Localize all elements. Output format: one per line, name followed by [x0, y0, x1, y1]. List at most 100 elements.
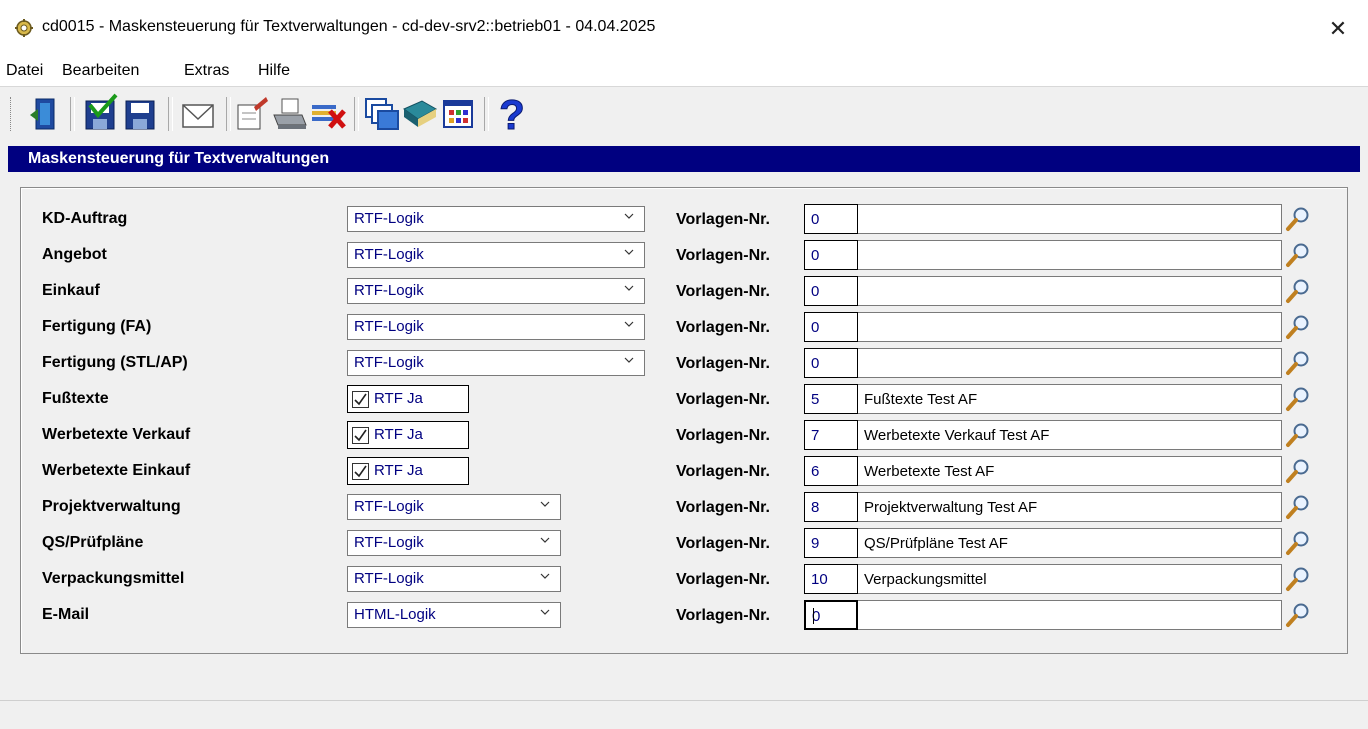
rtf-checkbox[interactable]: RTF Ja [347, 421, 469, 449]
rtf-checkbox[interactable]: RTF Ja [347, 457, 469, 485]
search-icon[interactable] [1284, 421, 1312, 449]
logic-select[interactable]: RTF-Logik [347, 206, 645, 232]
vorlagen-description-field[interactable] [858, 348, 1282, 378]
logic-select[interactable]: RTF-Logik [347, 350, 645, 376]
vorlagen-description-field[interactable]: Werbetexte Test AF [858, 456, 1282, 486]
checkbox-label: RTF Ja [374, 390, 423, 407]
close-button[interactable]: ✕ [1308, 6, 1368, 52]
vorlagen-description-field[interactable]: Projektverwaltung Test AF [858, 492, 1282, 522]
checkbox-check-icon [352, 391, 369, 408]
vorlagen-description: Werbetexte Verkauf Test AF [864, 427, 1050, 444]
logic-select[interactable]: RTF-Logik [347, 530, 561, 556]
vorlagen-number-value: 0 [811, 319, 820, 336]
vorlagen-description-field[interactable]: Fußtexte Test AF [858, 384, 1282, 414]
logic-select[interactable]: RTF-Logik [347, 242, 645, 268]
search-icon[interactable] [1284, 241, 1312, 269]
vorlagen-label: Vorlagen-Nr. [676, 211, 770, 228]
windows-icon[interactable] [364, 93, 400, 133]
vorlagen-number-value: 0 [811, 247, 820, 264]
select-value: RTF-Logik [354, 246, 424, 263]
vorlagen-description-field[interactable] [858, 204, 1282, 234]
search-icon[interactable] [1284, 349, 1312, 377]
print-icon[interactable] [272, 93, 308, 133]
vorlagen-number-input[interactable]: 9 [804, 528, 858, 558]
vorlagen-description: Verpackungsmittel [864, 571, 987, 588]
vorlagen-label: Vorlagen-Nr. [676, 463, 770, 480]
vorlagen-number-input[interactable]: 5 [804, 384, 858, 414]
book-icon[interactable] [402, 93, 438, 133]
vorlagen-description-field[interactable]: Werbetexte Verkauf Test AF [858, 420, 1282, 450]
row-label: Verpackungsmittel [42, 570, 185, 587]
logic-select[interactable]: HTML-Logik [347, 602, 561, 628]
vorlagen-label: Vorlagen-Nr. [676, 427, 770, 444]
checkbox-check-icon [352, 463, 369, 480]
grid-icon[interactable] [440, 93, 476, 133]
vorlagen-number-input[interactable]: 0 [804, 204, 858, 234]
search-icon[interactable] [1284, 493, 1312, 521]
vorlagen-number-value: 0 [811, 283, 820, 300]
vorlagen-number-value: 9 [811, 535, 820, 552]
checkbox-label: RTF Ja [374, 462, 423, 479]
menu-bar: Datei Bearbeiten Extras Hilfe [0, 58, 1368, 86]
vorlagen-description-field[interactable] [858, 240, 1282, 270]
section-header: Maskensteuerung für Textverwaltungen [8, 146, 1360, 172]
search-icon[interactable] [1284, 565, 1312, 593]
logic-select[interactable]: RTF-Logik [347, 278, 645, 304]
vorlagen-number-input[interactable]: 8 [804, 492, 858, 522]
mail-icon[interactable] [180, 93, 216, 133]
search-icon[interactable] [1284, 277, 1312, 305]
delete-icon[interactable] [310, 93, 346, 133]
search-icon[interactable] [1284, 385, 1312, 413]
vorlagen-number-input[interactable]: 0 [804, 600, 858, 630]
vorlagen-number-value: 8 [811, 499, 820, 516]
menu-datei[interactable]: Datei [6, 62, 43, 80]
logic-select[interactable]: RTF-Logik [347, 314, 645, 340]
row-label: Fertigung (STL/AP) [42, 354, 188, 371]
logic-select[interactable]: RTF-Logik [347, 566, 561, 592]
help-icon[interactable]: ? [494, 93, 530, 133]
chevron-down-icon [624, 213, 634, 219]
row-label: Angebot [42, 246, 107, 263]
vorlagen-description-field[interactable] [858, 276, 1282, 306]
vorlagen-description: Werbetexte Test AF [864, 463, 995, 480]
chevron-down-icon [540, 573, 550, 579]
rtf-checkbox[interactable]: RTF Ja [347, 385, 469, 413]
chevron-down-icon [624, 357, 634, 363]
vorlagen-description-field[interactable] [858, 600, 1282, 630]
vorlagen-description-field[interactable] [858, 312, 1282, 342]
select-value: RTF-Logik [354, 570, 424, 587]
vorlagen-number-input[interactable]: 0 [804, 276, 858, 306]
search-icon[interactable] [1284, 529, 1312, 557]
menu-hilfe[interactable]: Hilfe [258, 62, 290, 80]
edit-icon[interactable] [234, 93, 270, 133]
select-value: RTF-Logik [354, 210, 424, 227]
save-check-icon[interactable] [82, 93, 118, 133]
row-label: KD-Auftrag [42, 210, 128, 227]
vorlagen-description-field[interactable]: Verpackungsmittel [858, 564, 1282, 594]
vorlagen-number-input[interactable]: 6 [804, 456, 858, 486]
vorlagen-number-input[interactable]: 0 [804, 312, 858, 342]
title-bar: cd0015 - Maskensteuerung für Textverwalt… [0, 0, 1368, 58]
logic-select[interactable]: RTF-Logik [347, 494, 561, 520]
search-icon[interactable] [1284, 457, 1312, 485]
window-title: cd0015 - Maskensteuerung für Textverwalt… [42, 18, 656, 35]
vorlagen-number-input[interactable]: 7 [804, 420, 858, 450]
vorlagen-description: QS/Prüfpläne Test AF [864, 535, 1008, 552]
save-icon[interactable] [122, 93, 158, 133]
vorlagen-label: Vorlagen-Nr. [676, 499, 770, 516]
search-icon[interactable] [1284, 601, 1312, 629]
exit-icon[interactable] [26, 93, 62, 133]
vorlagen-number-input[interactable]: 0 [804, 348, 858, 378]
search-icon[interactable] [1284, 205, 1312, 233]
search-icon[interactable] [1284, 313, 1312, 341]
vorlagen-number-input[interactable]: 10 [804, 564, 858, 594]
vorlagen-number-input[interactable]: 0 [804, 240, 858, 270]
vorlagen-label: Vorlagen-Nr. [676, 571, 770, 588]
menu-bearbeiten[interactable]: Bearbeiten [62, 62, 139, 80]
row-label: Einkauf [42, 282, 100, 299]
vorlagen-description-field[interactable]: QS/Prüfpläne Test AF [858, 528, 1282, 558]
menu-extras[interactable]: Extras [184, 62, 229, 80]
vorlagen-number-value: 0 [811, 211, 820, 228]
vorlagen-label: Vorlagen-Nr. [676, 391, 770, 408]
select-value: RTF-Logik [354, 534, 424, 551]
